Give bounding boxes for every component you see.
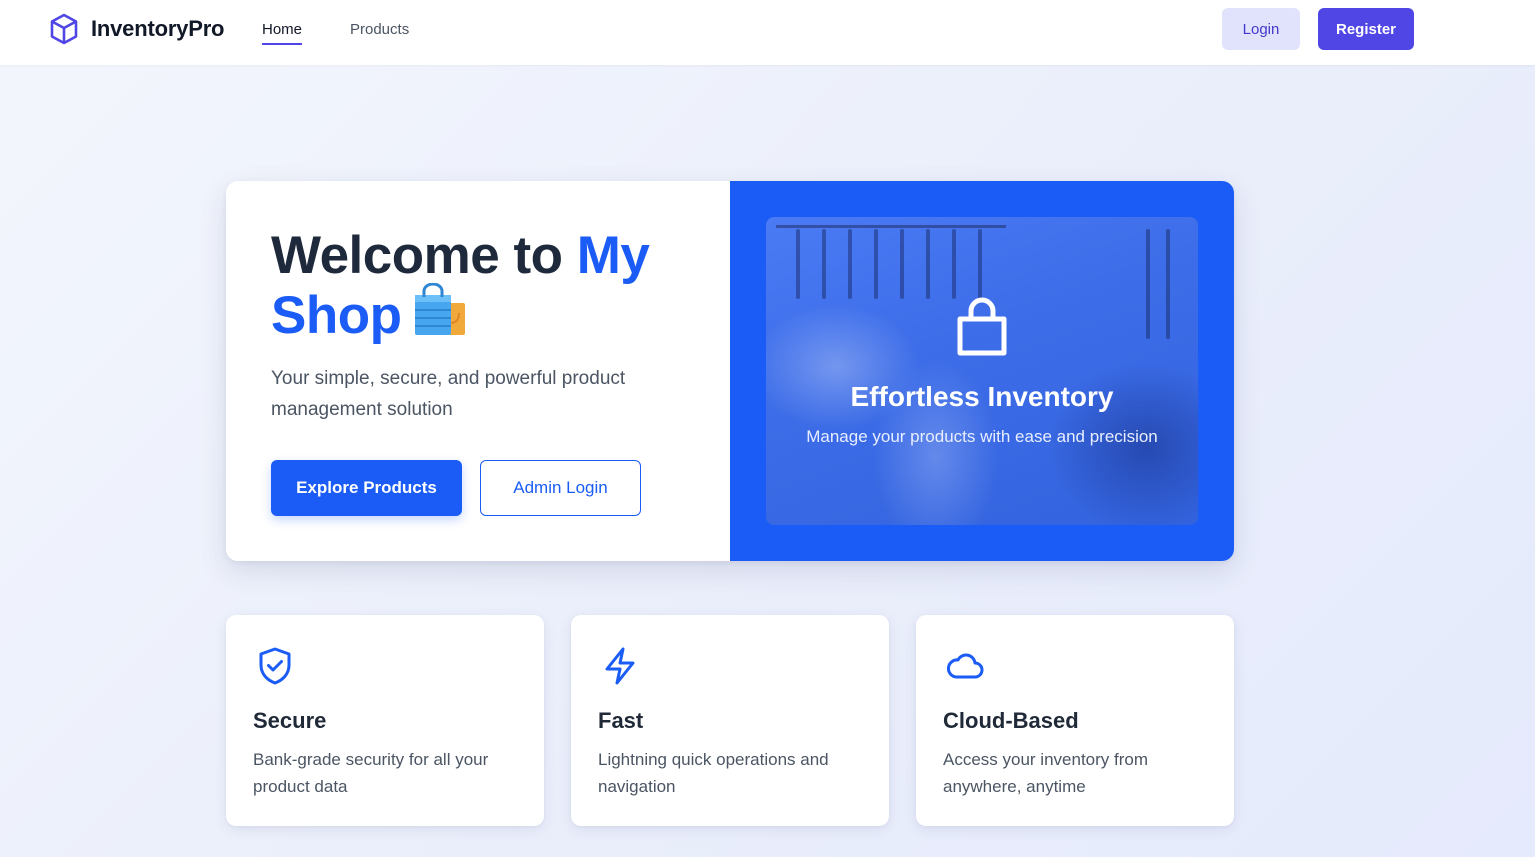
- admin-login-button[interactable]: Admin Login: [480, 460, 641, 516]
- hanger: [874, 229, 878, 299]
- feature-card-cloud: Cloud-Based Access your inventory from a…: [916, 615, 1234, 826]
- shopping-bags-icon: [411, 282, 469, 349]
- hanger: [796, 229, 800, 299]
- panel-subtitle: Manage your products with ease and preci…: [806, 427, 1158, 446]
- brand-name: InventoryPro: [91, 16, 225, 41]
- feature-card-secure: Secure Bank-grade security for all your …: [226, 615, 544, 826]
- panel-title: Effortless Inventory: [850, 381, 1114, 412]
- explore-products-button[interactable]: Explore Products: [271, 460, 462, 516]
- hero-visual-panel: Effortless Inventory Manage your product…: [730, 181, 1234, 561]
- clothing-rack: [776, 225, 1006, 228]
- feature-description: Bank-grade security for all your product…: [253, 750, 489, 796]
- hanger: [1166, 229, 1170, 339]
- feature-description: Access your inventory from anywhere, any…: [943, 750, 1149, 796]
- nav-link-products[interactable]: Products: [350, 21, 409, 43]
- hero-title-part1: Welcome to: [271, 226, 577, 285]
- hanger: [926, 229, 930, 299]
- hanger: [848, 229, 852, 299]
- top-nav: InventoryPro Home Products Login Registe…: [0, 0, 1535, 65]
- feature-title: Fast: [598, 708, 644, 733]
- hero-photo: Effortless Inventory Manage your product…: [766, 217, 1198, 525]
- cloud-icon: [947, 653, 984, 679]
- brand[interactable]: InventoryPro: [49, 13, 224, 45]
- hero-card: Welcome to My Shop Your simple, secure, …: [226, 181, 1234, 561]
- hanger: [1146, 229, 1150, 339]
- hero-text-panel: Welcome to My Shop Your simple, secure, …: [226, 181, 730, 561]
- lightning-icon: [605, 647, 635, 685]
- hanger: [952, 229, 956, 299]
- nav-link-home[interactable]: Home: [262, 21, 303, 45]
- feature-title: Secure: [253, 708, 327, 733]
- feature-title: Cloud-Based: [943, 708, 1079, 733]
- hanger: [900, 229, 904, 299]
- hero-subtitle: Your simple, secure, and powerful produc…: [271, 368, 626, 420]
- feature-description: Lightning quick operations and navigatio…: [598, 750, 829, 796]
- hanger: [822, 229, 826, 299]
- shopping-bag-icon: [957, 297, 1007, 356]
- register-button[interactable]: Register: [1318, 8, 1414, 50]
- hanger: [978, 229, 982, 299]
- login-button[interactable]: Login: [1222, 8, 1300, 50]
- feature-card-fast: Fast Lightning quick operations and navi…: [571, 615, 889, 826]
- hero-title: Welcome to My Shop: [271, 229, 701, 349]
- cube-icon: [50, 13, 78, 45]
- shield-check-icon: [259, 647, 291, 685]
